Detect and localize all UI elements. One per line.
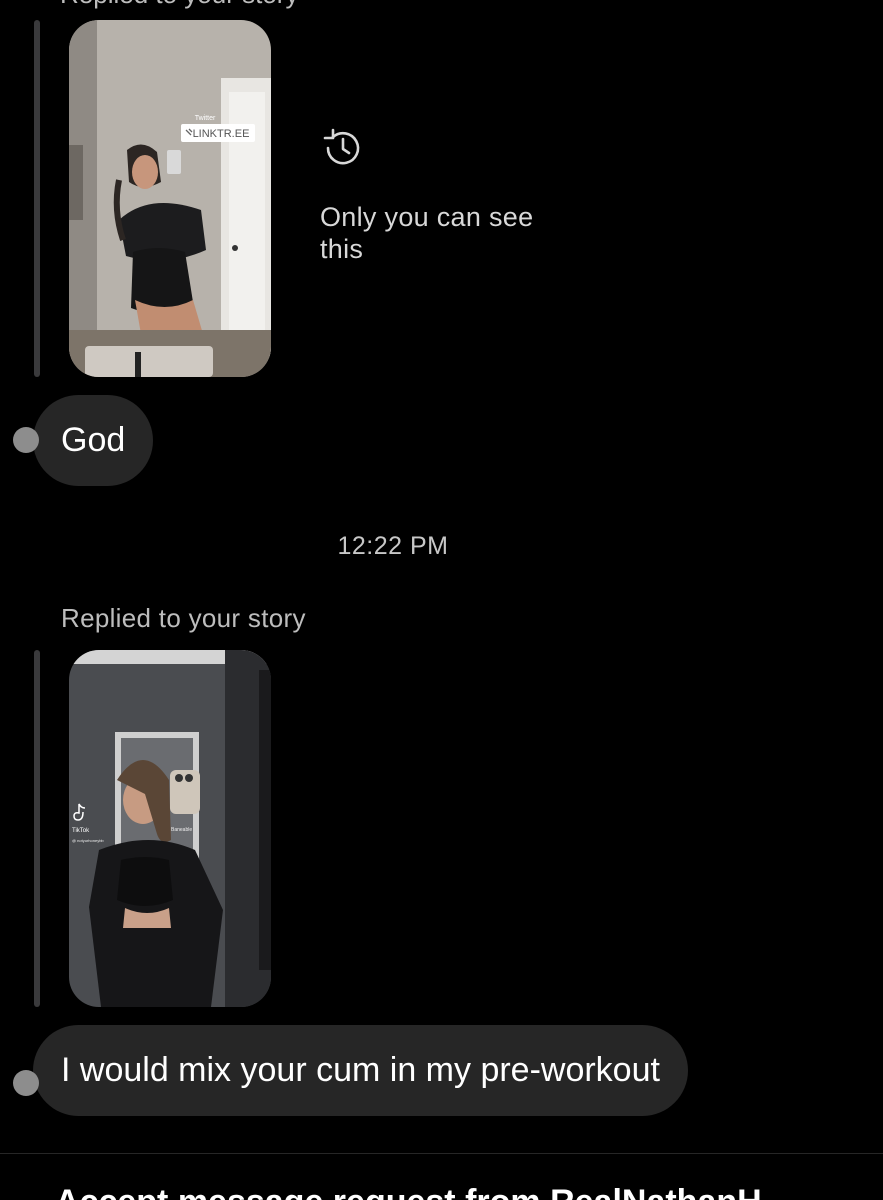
story-image-mirror-selfie: TikTok @ notyurhoneybb Baneable — [69, 650, 271, 1007]
reply-quote-bar — [34, 20, 40, 377]
message-text: I would mix your cum in my pre-workout — [61, 1051, 660, 1089]
replied-to-story-label: Replied to your story — [61, 603, 306, 633]
expired-notice-text: Only you can see this — [320, 202, 534, 264]
story-thumbnail[interactable]: TikTok @ notyurhoneybb Baneable — [69, 650, 271, 1007]
story-thumbnail[interactable]: Twitter LINKTR.EE — [69, 20, 271, 377]
message-bubble[interactable]: God — [13, 395, 154, 486]
reply-quote-bar — [34, 650, 40, 1007]
divider — [0, 1153, 883, 1154]
top-cutoff-label: Replied to your story — [60, 0, 298, 10]
tiktok-handle: @ notyurhoneybb — [72, 838, 104, 843]
small-sticker: Baneable — [171, 827, 192, 833]
sender-avatar[interactable] — [13, 1070, 39, 1096]
message-request-prompt: Accept message request from RealNathanH — [55, 1183, 762, 1200]
link-sticker: LINKTR.EE — [193, 128, 250, 140]
clock-history-icon — [323, 128, 360, 165]
tiktok-watermark: TikTok — [72, 828, 90, 834]
message-text: God — [61, 421, 126, 459]
story-image-bathroom-selfie: Twitter LINKTR.EE — [69, 20, 271, 377]
expired-story-notice: Only you can see this — [320, 125, 580, 265]
dm-thread: Replied to your story Twitter LINKTR.EE — [0, 0, 883, 1200]
sender-avatar[interactable] — [13, 427, 39, 453]
message-bubble[interactable]: I would mix your cum in my pre-workout — [13, 1025, 688, 1116]
message-timestamp: 12:22 PM — [337, 532, 449, 560]
story-sticker-top: Twitter — [195, 115, 216, 122]
